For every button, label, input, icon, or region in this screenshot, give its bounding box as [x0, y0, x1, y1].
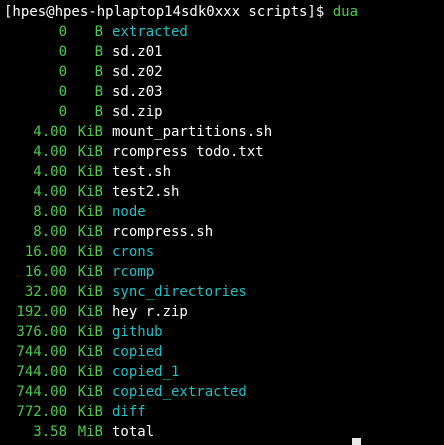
directory-name: extracted	[112, 24, 188, 40]
entry-unit: KiB	[77, 204, 103, 220]
entry-unit: B	[94, 44, 103, 60]
text-cursor	[352, 438, 361, 445]
directory-name: github	[112, 324, 163, 340]
entry-unit: B	[94, 24, 103, 40]
file-name: rcompress.sh	[112, 224, 214, 240]
file-name: rcompress todo.txt	[112, 144, 264, 160]
terminal-window[interactable]: [hpes@hpes-hplaptop14sdk0xxx scripts]$ d…	[0, 0, 444, 445]
directory-name: copied_extracted	[112, 384, 247, 400]
output-row: 16.00 KiB crons	[4, 242, 444, 262]
entry-unit: KiB	[77, 264, 103, 280]
directory-name: copied	[112, 344, 163, 360]
entry-unit: KiB	[77, 324, 103, 340]
entry-size: 8.00	[33, 224, 67, 240]
output-row: 744.00 KiB copied_extracted	[4, 382, 444, 402]
output-row: 0 Bsd.z01	[4, 42, 444, 62]
entry-size: 744.00	[16, 344, 67, 360]
entry-unit: B	[94, 84, 103, 100]
directory-name: node	[112, 204, 146, 220]
output-row: 192.00 KiB hey r.zip	[4, 302, 444, 322]
entry-size: 192.00	[16, 304, 67, 320]
entry-size: 32.00	[24, 284, 67, 300]
file-name: hey r.zip	[112, 304, 188, 320]
output-row: 744.00 KiB copied_1	[4, 362, 444, 382]
file-name: test2.sh	[112, 184, 180, 200]
entry-unit: B	[94, 64, 103, 80]
file-name: sd.z03	[112, 84, 163, 100]
output-row: 0 Bsd.zip	[4, 102, 444, 122]
prompt-line: [hpes@hpes-hplaptop14sdk0xxx scripts]$ d…	[4, 2, 444, 22]
file-name: total	[112, 424, 155, 440]
file-name: sd.z02	[112, 64, 163, 80]
entry-size: 3.58	[33, 424, 67, 440]
entry-size: 0	[58, 24, 67, 40]
output-row: 16.00 KiB rcomp	[4, 262, 444, 282]
entry-size: 744.00	[16, 384, 67, 400]
entry-unit: KiB	[77, 404, 103, 420]
output-row: 0 Bsd.z03	[4, 82, 444, 102]
output-row: 4.00 KiB mount_partitions.sh	[4, 122, 444, 142]
dua-output: 0 Bextracted 0 Bsd.z01 0 Bsd.z02 0 Bsd.z03 0 Bsd.…	[4, 22, 444, 442]
file-name: sd.z01	[112, 44, 163, 60]
output-row: 0 Bextracted	[4, 22, 444, 42]
entry-unit: KiB	[77, 244, 103, 260]
directory-name: rcomp	[112, 264, 155, 280]
entry-size: 376.00	[16, 324, 67, 340]
entry-size: 4.00	[33, 184, 67, 200]
entry-unit: KiB	[77, 224, 103, 240]
output-row: 772.00 KiB diff	[4, 402, 444, 422]
directory-name: diff	[112, 404, 146, 420]
entry-size: 4.00	[33, 164, 67, 180]
entry-unit: KiB	[77, 164, 103, 180]
entry-unit: KiB	[77, 124, 103, 140]
output-row: 4.00 KiB test2.sh	[4, 182, 444, 202]
entry-unit: KiB	[77, 364, 103, 380]
output-row: 744.00 KiB copied	[4, 342, 444, 362]
output-row: 8.00 KiB rcompress.sh	[4, 222, 444, 242]
entry-size: 744.00	[16, 364, 67, 380]
entry-size: 0	[58, 44, 67, 60]
shell-prompt: [hpes@hpes-hplaptop14sdk0xxx scripts]$	[4, 4, 333, 20]
directory-name: sync_directories	[112, 284, 247, 300]
entry-size: 0	[58, 104, 67, 120]
entry-size: 4.00	[33, 144, 67, 160]
file-name: test.sh	[112, 164, 172, 180]
output-row: 3.58 MiB total	[4, 422, 444, 442]
output-row: 32.00 KiB sync_directories	[4, 282, 444, 302]
entry-size: 8.00	[33, 204, 67, 220]
entry-unit: MiB	[77, 424, 103, 440]
entry-size: 16.00	[24, 264, 67, 280]
entry-unit: KiB	[77, 384, 103, 400]
entry-size: 0	[58, 84, 67, 100]
entry-unit: KiB	[77, 284, 103, 300]
entry-unit: KiB	[77, 184, 103, 200]
entry-size: 16.00	[24, 244, 67, 260]
entry-unit: KiB	[77, 144, 103, 160]
entry-unit: B	[94, 104, 103, 120]
file-name: mount_partitions.sh	[112, 124, 273, 140]
entry-size: 772.00	[16, 404, 67, 420]
directory-name: copied_1	[112, 364, 180, 380]
command-text: dua	[332, 4, 359, 20]
directory-name: crons	[112, 244, 155, 260]
output-row: 8.00 KiB node	[4, 202, 444, 222]
entry-size: 4.00	[33, 124, 67, 140]
entry-size: 0	[58, 64, 67, 80]
entry-unit: KiB	[77, 304, 103, 320]
output-row: 376.00 KiB github	[4, 322, 444, 342]
output-row: 0 Bsd.z02	[4, 62, 444, 82]
file-name: sd.zip	[112, 104, 163, 120]
entry-unit: KiB	[77, 344, 103, 360]
output-row: 4.00 KiB rcompress todo.txt	[4, 142, 444, 162]
output-row: 4.00 KiB test.sh	[4, 162, 444, 182]
